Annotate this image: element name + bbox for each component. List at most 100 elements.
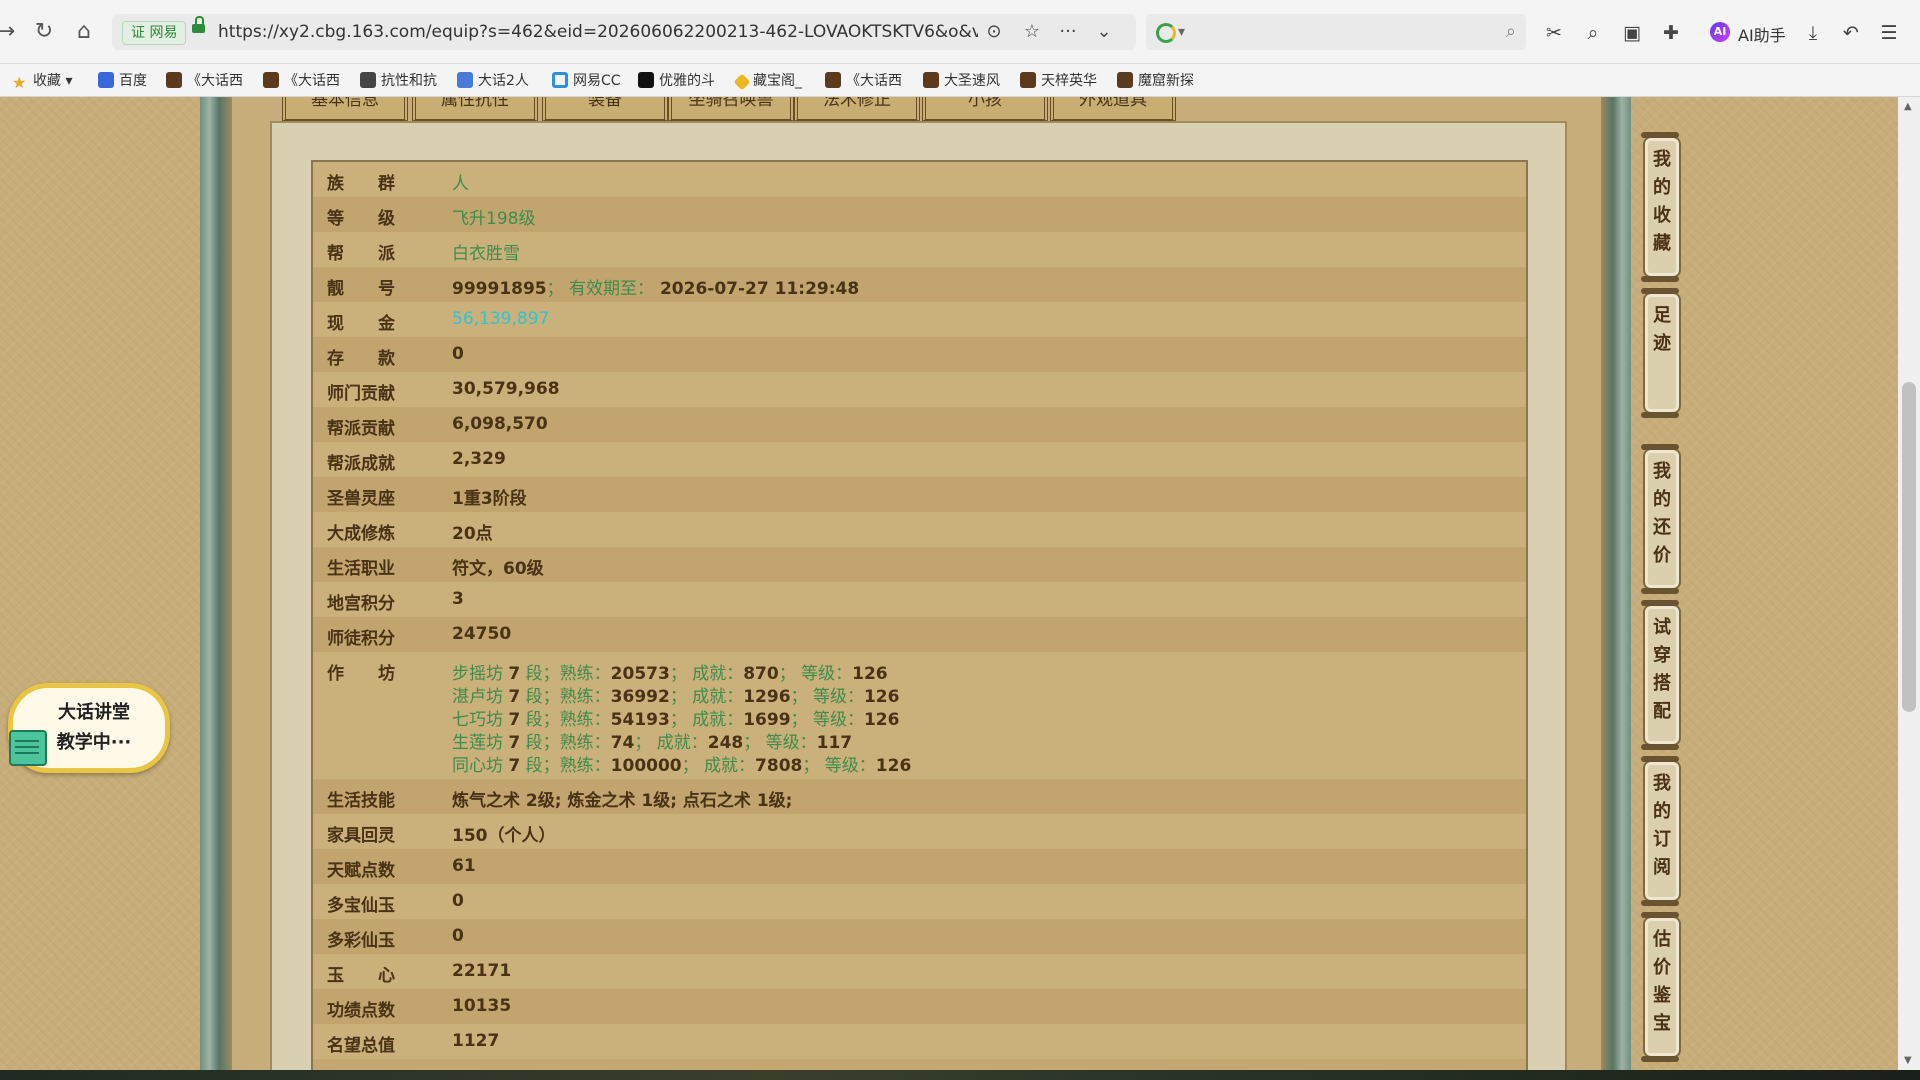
table-row: 帮派成就 2,329 — [313, 442, 1526, 477]
url-text[interactable]: https://xy2.cbg.163.com/equip?s=462&eid=… — [218, 22, 978, 42]
table-row: 族 群 人 — [313, 162, 1526, 197]
footprints-button[interactable]: 足迹 — [1641, 288, 1681, 418]
game-icon — [825, 72, 841, 88]
row-label: 多彩仙玉 — [327, 931, 395, 951]
workshop-line: 同心坊 7 段；熟练：100000； 成就：7808； 等级：126 — [452, 756, 912, 776]
tab-equipment[interactable]: 装备 — [542, 97, 668, 121]
gold-icon — [733, 73, 751, 91]
row-label: 存 款 — [327, 349, 395, 369]
game-icon — [1117, 72, 1133, 88]
tab-basic-info[interactable]: 基本信息 — [282, 97, 408, 121]
bookmark-item[interactable]: 藏宝阁_ — [733, 70, 802, 92]
try-outfit-button[interactable]: 试穿搭配 — [1641, 600, 1681, 750]
row-label: 生活技能 — [327, 791, 395, 811]
row-label: 名望总值 — [327, 1036, 395, 1056]
bookmark-star-icon[interactable]: ☆ — [1020, 20, 1044, 44]
star-icon: ★ — [12, 73, 27, 92]
more-icon[interactable]: ··· — [1056, 20, 1080, 44]
bookmark-item[interactable]: 百度 — [98, 70, 147, 92]
table-row: 生活职业 符文，60级 — [313, 547, 1526, 582]
forward-icon[interactable]: → — [0, 18, 20, 46]
row-value: 1重3阶段 — [452, 489, 527, 509]
lock-icon[interactable] — [192, 16, 205, 33]
my-favorites-button[interactable]: 我的收藏 — [1641, 132, 1681, 282]
extensions-icon[interactable]: ✚ — [1658, 20, 1684, 46]
row-value: 10135 — [452, 996, 512, 1016]
tab-attributes[interactable]: 属性抗性 — [412, 97, 538, 121]
reload-icon[interactable]: ↻ — [30, 18, 58, 46]
bookmark-item[interactable]: 天梓英华 — [1020, 70, 1097, 92]
blue-icon — [457, 72, 473, 88]
row-label: 多宝仙玉 — [327, 896, 395, 916]
bookmark-item[interactable]: 优雅的斗 — [638, 70, 715, 92]
page-content: 基本信息 属性抗性 装备 坐骑召唤兽 法术修正 小孩 外观道具 族 群 人 等 … — [0, 97, 1898, 1070]
bookmark-item[interactable]: 魔窟新探 — [1117, 70, 1194, 92]
cert-badge[interactable]: 证 网易 — [122, 21, 187, 45]
bookmark-item[interactable]: 《大话西 — [263, 70, 340, 92]
table-row: 现 金 56,139,897 — [313, 302, 1526, 337]
row-label: 等 级 — [327, 209, 395, 229]
scroll-down-icon[interactable]: ▼ — [1904, 1055, 1912, 1066]
window-icon[interactable]: ▣ — [1619, 20, 1645, 46]
home-icon[interactable]: ⌂ — [70, 18, 98, 46]
classroom-bubble[interactable]: 大话讲堂 教学中··· — [8, 683, 170, 773]
table-row: 师徒积分 24750 — [313, 617, 1526, 652]
search-icon[interactable]: ⌕ — [1506, 21, 1516, 42]
my-bargains-button[interactable]: 我的还价 — [1641, 444, 1681, 594]
row-value: 6,098,570 — [452, 414, 548, 434]
ai-assistant-icon[interactable]: AI — [1710, 22, 1730, 42]
row-label: 帮派贡献 — [327, 419, 395, 439]
download-icon[interactable]: ⤓ — [1800, 20, 1826, 46]
search-engine-icon[interactable] — [1156, 23, 1176, 43]
row-label: 玉 心 — [327, 966, 395, 986]
row-value: 白衣胜雪 — [452, 244, 520, 264]
location-icon[interactable]: ⊙ — [982, 20, 1006, 44]
appraisal-button[interactable]: 估价鉴宝 — [1641, 912, 1681, 1062]
bookmark-item[interactable]: 网易CC — [552, 70, 621, 92]
ai-assistant-label[interactable]: AI助手 — [1738, 22, 1786, 46]
tab-appearance-items[interactable]: 外观道具 — [1050, 97, 1176, 121]
game-icon — [166, 72, 182, 88]
row-value: 炼气之术 2级; 炼金之术 1级; 点石之术 1级; — [452, 791, 793, 811]
bookmark-item[interactable]: 大话2人 — [457, 70, 529, 92]
tab-mounts-pets[interactable]: 坐骑召唤兽 — [668, 97, 794, 121]
menu-icon[interactable]: ☰ — [1876, 20, 1902, 46]
row-value: 0 — [452, 891, 464, 911]
cc-icon — [552, 72, 568, 88]
tab-children[interactable]: 小孩 — [922, 97, 1048, 121]
row-value: 20点 — [452, 524, 493, 544]
address-bar[interactable]: 证 网易 https://xy2.cbg.163.com/equip?s=462… — [112, 14, 1136, 50]
frame-border-left — [200, 97, 232, 1070]
my-subscriptions-button[interactable]: 我的订阅 — [1641, 756, 1681, 906]
table-row: 师门贡献 30,579,968 — [313, 372, 1526, 407]
page-icon — [360, 72, 376, 88]
search-box[interactable]: ▾ ⌕ — [1146, 14, 1526, 50]
table-row: 大成修炼 20点 — [313, 512, 1526, 547]
game-icon — [1020, 72, 1036, 88]
scroll-up-icon[interactable]: ▲ — [1904, 101, 1912, 112]
page-scrollbar[interactable]: ▲ ▼ — [1898, 97, 1920, 1070]
undo-icon[interactable]: ↶ — [1838, 20, 1864, 46]
bookmark-item[interactable]: 大圣速风 — [923, 70, 1000, 92]
bookmark-item[interactable]: ★ 收藏 ▾ — [12, 70, 72, 92]
scroll-thumb[interactable] — [1902, 382, 1916, 712]
scissors-icon[interactable]: ✂ — [1541, 20, 1567, 46]
tiktok-icon — [638, 72, 654, 88]
bookmark-item[interactable]: 《大话西 — [825, 70, 902, 92]
table-row: 靓 号 99991895； 有效期至： 2026-07-27 11:29:48 — [313, 267, 1526, 302]
row-label: 作 坊 — [327, 664, 395, 684]
bookmark-item[interactable]: 《大话西 — [166, 70, 243, 92]
row-label: 功绩点数 — [327, 1001, 395, 1021]
chevron-down-icon[interactable]: ⌄ — [1092, 20, 1116, 44]
row-value: 人 — [452, 174, 469, 194]
tab-spell-modifiers[interactable]: 法术修正 — [794, 97, 920, 121]
magnifier-icon[interactable]: ⌕ — [1580, 20, 1606, 46]
bubble-line-2: 教学中··· — [56, 732, 132, 753]
search-engine-dropdown-icon[interactable]: ▾ — [1178, 24, 1185, 40]
bookmark-item[interactable]: 抗性和抗 — [360, 70, 437, 92]
row-label: 帮派成就 — [327, 454, 395, 474]
row-value: 3 — [452, 589, 464, 609]
workshop-line: 生莲坊 7 段；熟练：74； 成就：248； 等级：117 — [452, 733, 853, 753]
workshop-line: 步摇坊 7 段；熟练：20573； 成就：870； 等级：126 — [452, 664, 888, 684]
row-value: 0 — [452, 926, 464, 946]
